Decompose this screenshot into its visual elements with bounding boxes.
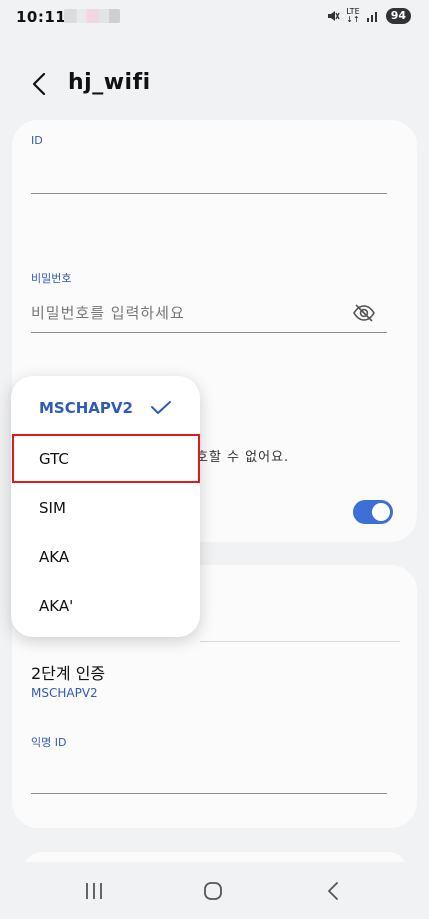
dropdown-item-sim[interactable]: SIM bbox=[11, 484, 200, 532]
mute-icon bbox=[328, 11, 340, 21]
lte-indicator: LTE ↓↑ bbox=[346, 7, 360, 24]
anonymous-id-label: 익명 ID bbox=[31, 736, 67, 749]
notification-icons-blurred bbox=[64, 9, 120, 23]
anonymous-id-underline bbox=[31, 793, 387, 794]
dropdown-item-label: MSCHAPV2 bbox=[39, 399, 133, 417]
dropdown-item-mschapv2[interactable]: MSCHAPV2 bbox=[11, 384, 200, 432]
eye-off-icon bbox=[353, 304, 375, 322]
signal-icon bbox=[366, 12, 377, 22]
second-auth-value: MSCHAPV2 bbox=[31, 686, 98, 700]
id-label: ID bbox=[31, 134, 43, 147]
status-time: 10:11 bbox=[16, 8, 67, 26]
toggle-knob bbox=[372, 503, 390, 521]
home-icon bbox=[204, 882, 222, 900]
dropdown-item-label: SIM bbox=[39, 499, 66, 517]
password-field-underline bbox=[31, 332, 387, 333]
nav-back-icon bbox=[328, 882, 338, 900]
checkmark-icon bbox=[151, 401, 171, 414]
recent-apps-button[interactable] bbox=[84, 882, 104, 904]
show-password-button[interactable] bbox=[352, 303, 376, 327]
password-field[interactable]: 비밀번호를 입력하세요 bbox=[31, 302, 341, 326]
dropdown-item-aka[interactable]: AKA bbox=[11, 533, 200, 581]
anonymous-id-field[interactable] bbox=[31, 756, 387, 792]
home-button[interactable] bbox=[203, 881, 223, 905]
setting-toggle[interactable] bbox=[353, 500, 393, 524]
id-field[interactable] bbox=[31, 156, 387, 192]
second-auth-label[interactable]: 2단계 인증 bbox=[31, 660, 105, 684]
password-label: 비밀번호 bbox=[31, 272, 72, 285]
navigation-bar bbox=[0, 862, 429, 919]
id-field-underline bbox=[31, 193, 387, 194]
highlight-box bbox=[12, 434, 200, 483]
status-icons: LTE ↓↑ 94 bbox=[326, 8, 411, 24]
dropdown-item-aka-prime[interactable]: AKA' bbox=[11, 582, 200, 630]
recent-apps-icon bbox=[86, 883, 102, 899]
page-title: hj_wifi bbox=[68, 70, 151, 95]
eap-method-dropdown: MSCHAPV2 GTC SIM AKA AKA' bbox=[11, 376, 200, 637]
dropdown-item-label: AKA' bbox=[39, 597, 74, 615]
battery-badge: 94 bbox=[385, 8, 411, 24]
back-arrow-icon bbox=[32, 72, 46, 96]
dropdown-item-label: AKA bbox=[39, 548, 70, 566]
divider bbox=[200, 641, 400, 642]
hint-text: 호할 수 없어요. bbox=[196, 450, 290, 465]
back-button[interactable] bbox=[24, 66, 54, 102]
nav-back-button[interactable] bbox=[326, 881, 340, 905]
